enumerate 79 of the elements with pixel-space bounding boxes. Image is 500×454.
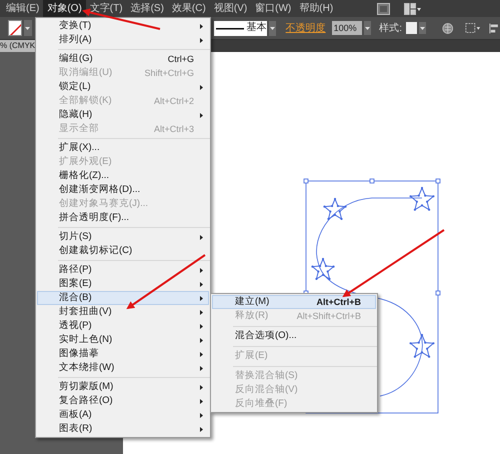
star-icon[interactable] bbox=[311, 258, 335, 280]
screen-mode-icon[interactable] bbox=[377, 2, 390, 14]
dropdown-button[interactable] bbox=[364, 21, 372, 35]
menu-item[interactable]: 编组(G) Ctrl+G bbox=[37, 52, 209, 66]
menu-item[interactable]: 混合选项(O)... bbox=[212, 329, 376, 343]
menu-bar-item[interactable]: 编辑(E) bbox=[2, 0, 44, 17]
shortcut-label: Alt+Shift+Ctrl+B bbox=[296, 312, 361, 320]
arrange-documents-icon[interactable] bbox=[404, 2, 422, 14]
caret-icon bbox=[420, 26, 425, 30]
menu-item[interactable]: 路径(P) bbox=[37, 263, 209, 277]
menu-item[interactable]: 混合(B) bbox=[37, 291, 209, 305]
submenu-arrow-icon bbox=[200, 38, 202, 42]
submenu-arrow-icon bbox=[200, 398, 202, 404]
menu-item[interactable]: 透视(P) bbox=[37, 319, 209, 333]
menu-item[interactable]: 创建裁切标记(C) bbox=[37, 244, 209, 258]
submenu-arrow-icon bbox=[200, 338, 202, 342]
style-swatch[interactable] bbox=[406, 22, 417, 34]
menu-item[interactable]: 图案(E) bbox=[37, 277, 209, 291]
submenu-arrow-icon bbox=[200, 366, 202, 370]
submenu-arrow-icon bbox=[200, 234, 202, 240]
shortcut-label: Alt+Ctrl+2 bbox=[154, 96, 194, 106]
stroke-swatch-icon[interactable] bbox=[8, 20, 22, 36]
menu-item[interactable]: 图像描摹 bbox=[37, 347, 209, 361]
shortcut-label: Alt+Ctrl+B bbox=[316, 298, 361, 306]
stroke-profile-label: 基本 bbox=[246, 23, 267, 33]
menu-item[interactable]: 建立(M) Alt+Ctrl+B bbox=[212, 295, 376, 309]
menu-bar-item[interactable]: 效果(C) bbox=[168, 0, 210, 17]
stroke-line-icon[interactable] bbox=[216, 26, 244, 30]
dropdown-button[interactable] bbox=[418, 22, 426, 34]
submenu-arrow-icon bbox=[200, 352, 202, 356]
menu-item[interactable]: 图表(R) bbox=[37, 422, 209, 436]
star-icon[interactable] bbox=[409, 334, 435, 358]
shortcut-label: Alt+Ctrl+3 bbox=[154, 124, 194, 134]
menu-item[interactable]: 实时上色(N) bbox=[37, 333, 209, 347]
submenu-arrow-icon bbox=[200, 412, 202, 418]
menu-item[interactable]: 锁定(L) bbox=[37, 80, 209, 94]
menu-bar-item[interactable]: 文字(T) bbox=[86, 0, 127, 17]
menu-item[interactable]: 拼合透明度(F)... bbox=[37, 211, 209, 225]
caret-icon bbox=[270, 26, 275, 30]
menu-item[interactable]: 剪切蒙版(M) bbox=[37, 380, 209, 394]
submenu-arrow-icon bbox=[200, 24, 202, 28]
submenu-arrow-icon bbox=[200, 310, 202, 314]
submenu-arrow-icon bbox=[200, 282, 202, 286]
submenu-arrow-icon bbox=[200, 84, 202, 90]
transform-icon[interactable] bbox=[465, 22, 482, 34]
star-icon[interactable] bbox=[323, 198, 347, 220]
shortcut-label: Shift+Ctrl+G bbox=[144, 68, 194, 78]
menu-bar-item[interactable]: 对象(O) bbox=[43, 0, 86, 17]
menu-bar-item[interactable]: 选择(S) bbox=[126, 0, 168, 17]
menu-item[interactable]: 变换(T) bbox=[37, 19, 209, 33]
menu-bar-item[interactable]: 窗口(W) bbox=[251, 0, 296, 17]
menu-bar-item[interactable]: 帮助(H) bbox=[295, 0, 338, 17]
opacity-field[interactable]: 100% bbox=[332, 21, 362, 35]
opacity-link[interactable]: 不透明度 bbox=[286, 20, 326, 36]
submenu-arrow-icon bbox=[200, 384, 202, 390]
align-icon[interactable] bbox=[489, 22, 500, 34]
caret-icon bbox=[25, 26, 30, 30]
style-label: 样式: bbox=[379, 22, 402, 36]
caret-icon bbox=[365, 26, 370, 30]
submenu-arrow-icon bbox=[200, 426, 202, 432]
menu-item[interactable]: 文本绕排(W) bbox=[37, 361, 209, 375]
menu-bar-item[interactable]: 视图(V) bbox=[210, 0, 252, 17]
menu-item[interactable]: 栅格化(Z)... bbox=[37, 169, 209, 183]
menu-item[interactable]: 切片(S) bbox=[37, 230, 209, 244]
globe-icon[interactable] bbox=[442, 22, 454, 34]
menu-item[interactable]: 扩展(X)... bbox=[37, 141, 209, 155]
submenu-arrow-icon bbox=[200, 112, 202, 118]
menu-item[interactable]: 封套扭曲(V) bbox=[37, 305, 209, 319]
menu-item[interactable]: 隐藏(H) bbox=[37, 108, 209, 122]
menu-item[interactable]: 创建渐变网格(D)... bbox=[37, 183, 209, 197]
submenu-arrow-icon bbox=[200, 268, 202, 272]
star-icon[interactable] bbox=[409, 186, 435, 211]
dropdown-button[interactable] bbox=[24, 20, 32, 36]
submenu-arrow-icon bbox=[200, 296, 202, 300]
menu-item[interactable]: 画板(A) bbox=[37, 408, 209, 422]
shortcut-label: Ctrl+G bbox=[168, 54, 194, 64]
dropdown-button[interactable] bbox=[268, 20, 276, 36]
menu-item[interactable]: 复合路径(O) bbox=[37, 394, 209, 408]
submenu-arrow-icon bbox=[200, 324, 202, 328]
